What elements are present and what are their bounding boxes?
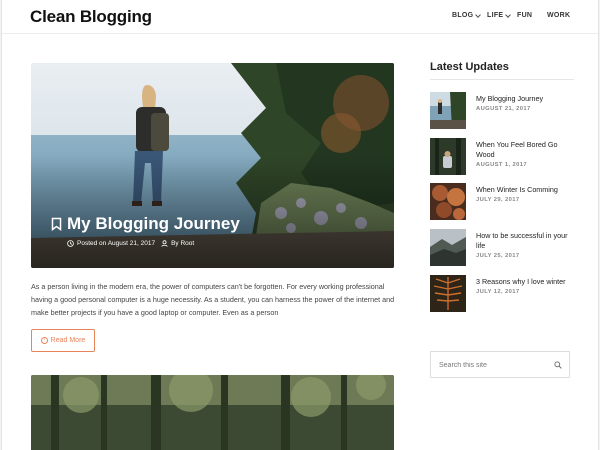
nav-item-fun[interactable]: FUN bbox=[517, 12, 532, 19]
featured-post-meta: Posted on August 21, 2017 By Root bbox=[67, 240, 200, 247]
second-post-image[interactable] bbox=[31, 375, 394, 450]
sidebar-post-item[interactable]: When You Feel Bored Go Wood AUGUST 1, 20… bbox=[430, 138, 578, 176]
sidebar-post-title[interactable]: When Winter Is Comming bbox=[476, 185, 576, 195]
featured-post-title[interactable]: My Blogging Journey bbox=[51, 214, 240, 234]
featured-post-image[interactable]: My Blogging Journey Posted on August 21,… bbox=[31, 63, 394, 268]
sidebar-post-item[interactable]: When Winter Is Comming JULY 29, 2017 bbox=[430, 183, 578, 221]
sidebar-post-text: How to be successful in your life JULY 2… bbox=[476, 231, 576, 259]
search-icon[interactable] bbox=[554, 361, 562, 369]
sidebar-post-text: 3 Reasons why I love winter JULY 12, 201… bbox=[476, 277, 576, 295]
sidebar-post-text: My Blogging Journey AUGUST 21, 2017 bbox=[476, 94, 576, 112]
post-date-text: Posted on August 21, 2017 bbox=[77, 240, 156, 247]
nav-item-blog[interactable]: BLOG bbox=[452, 11, 482, 19]
chevron-down-icon bbox=[475, 11, 482, 18]
sidebar-post-date: JULY 12, 2017 bbox=[476, 289, 520, 295]
site-logo[interactable]: Clean Blogging bbox=[30, 7, 152, 27]
sidebar-divider bbox=[430, 79, 574, 80]
post-excerpt: As a person living in the modern era, th… bbox=[31, 282, 395, 317]
sidebar-post-item[interactable]: 3 Reasons why I love winter JULY 12, 201… bbox=[430, 275, 578, 313]
nav-label: BLOG bbox=[452, 12, 474, 19]
post-thumbnail[interactable] bbox=[430, 229, 466, 266]
post-thumbnail[interactable] bbox=[430, 92, 466, 129]
nav-label: WORK bbox=[547, 12, 571, 19]
post-thumbnail[interactable] bbox=[430, 183, 466, 220]
bookmark-icon bbox=[51, 217, 62, 231]
clock-icon bbox=[67, 240, 74, 247]
arrow-circle-icon: › bbox=[40, 337, 48, 344]
sidebar-post-date: AUGUST 1, 2017 bbox=[476, 162, 528, 168]
page: Clean Blogging BLOG LIFE FUN WORK My Blo… bbox=[1, 0, 599, 450]
post-author[interactable]: By Root bbox=[161, 240, 194, 247]
search-input[interactable] bbox=[439, 358, 549, 372]
nav-label: LIFE bbox=[487, 12, 504, 19]
post-date: Posted on August 21, 2017 bbox=[67, 240, 155, 247]
search-box bbox=[430, 351, 570, 378]
sidebar-post-text: When Winter Is Comming JULY 29, 2017 bbox=[476, 185, 576, 203]
site-header: Clean Blogging BLOG LIFE FUN WORK bbox=[2, 0, 598, 34]
post-thumbnail[interactable] bbox=[430, 138, 466, 175]
post-author-text: By Root bbox=[171, 240, 195, 247]
featured-title-text: My Blogging Journey bbox=[67, 214, 240, 233]
nav-item-life[interactable]: LIFE bbox=[487, 11, 512, 19]
sidebar-post-date: AUGUST 21, 2017 bbox=[476, 106, 531, 112]
sidebar-post-title[interactable]: How to be successful in your life bbox=[476, 231, 576, 251]
user-icon bbox=[161, 240, 168, 247]
nav-item-work[interactable]: WORK bbox=[547, 12, 570, 19]
sidebar-post-item[interactable]: My Blogging Journey AUGUST 21, 2017 bbox=[430, 92, 578, 130]
sidebar-post-text: When You Feel Bored Go Wood AUGUST 1, 20… bbox=[476, 140, 576, 168]
sidebar-heading: Latest Updates bbox=[430, 61, 509, 73]
sidebar-post-title[interactable]: My Blogging Journey bbox=[476, 94, 576, 104]
sidebar-post-item[interactable]: How to be successful in your life JULY 2… bbox=[430, 229, 578, 267]
sidebar-post-date: JULY 29, 2017 bbox=[476, 197, 520, 203]
post-thumbnail[interactable] bbox=[430, 275, 466, 312]
sidebar-post-title[interactable]: 3 Reasons why I love winter bbox=[476, 277, 576, 287]
sidebar-post-title[interactable]: When You Feel Bored Go Wood bbox=[476, 140, 576, 160]
nav-label: FUN bbox=[517, 12, 533, 19]
read-more-button[interactable]: › Read More bbox=[31, 329, 95, 352]
chevron-down-icon bbox=[505, 11, 512, 18]
sidebar-post-date: JULY 25, 2017 bbox=[476, 253, 520, 259]
read-more-label: Read More bbox=[50, 337, 86, 344]
